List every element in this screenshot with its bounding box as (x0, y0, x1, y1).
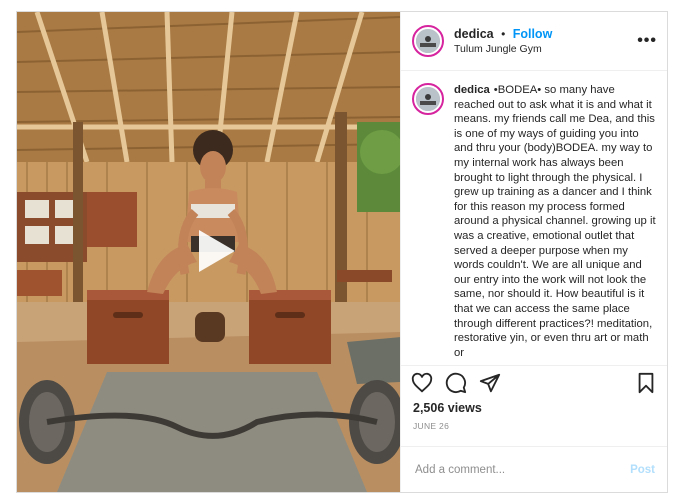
paper-plane-icon[interactable] (479, 372, 501, 394)
play-button[interactable] (189, 226, 239, 276)
post-comment-button[interactable]: Post (630, 464, 655, 476)
caption-section: dedica •BODEA• so many have reached out t… (401, 71, 667, 365)
post-header: dedica • Follow Tulum Jungle Gym ••• (401, 12, 667, 71)
heart-icon[interactable] (411, 372, 433, 394)
action-bar (401, 365, 667, 399)
caption-body: •BODEA• so many have reached out to ask … (454, 84, 656, 359)
separator-dot: • (501, 26, 506, 41)
username-link[interactable]: dedica (454, 27, 494, 41)
caption-username-link[interactable]: dedica (454, 84, 490, 96)
follow-button[interactable]: Follow (513, 27, 553, 41)
avatar-image (416, 29, 440, 53)
play-icon (199, 230, 235, 272)
avatar-image (416, 87, 440, 111)
post-date[interactable]: JUNE 26 (401, 415, 667, 431)
instagram-post: dedica • Follow Tulum Jungle Gym ••• ded… (16, 11, 668, 493)
view-count[interactable]: 2,506 views (401, 399, 667, 415)
post-video[interactable] (17, 12, 400, 492)
more-options-icon[interactable]: ••• (637, 32, 657, 50)
comment-input[interactable] (413, 462, 631, 477)
post-side-panel: dedica • Follow Tulum Jungle Gym ••• ded… (400, 12, 667, 492)
caption-avatar[interactable] (412, 83, 444, 115)
comment-icon[interactable] (445, 372, 467, 394)
bookmark-icon[interactable] (635, 372, 657, 394)
comment-form: Post (401, 446, 667, 492)
caption: dedica •BODEA• so many have reached out t… (454, 83, 657, 365)
location-link[interactable]: Tulum Jungle Gym (454, 42, 637, 57)
avatar[interactable] (412, 25, 444, 57)
